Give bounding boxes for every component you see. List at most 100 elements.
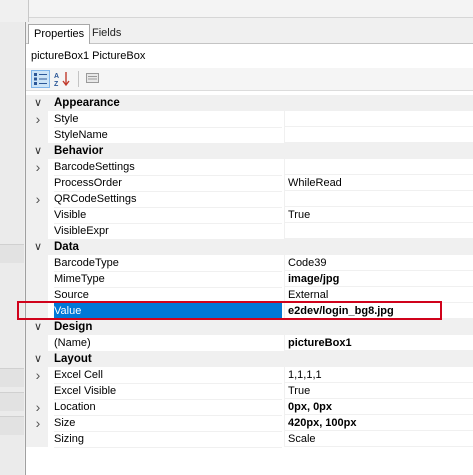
property-value[interactable] <box>284 159 473 175</box>
chevron-down-icon[interactable]: ∨ <box>33 143 43 159</box>
top-left-panel <box>0 0 29 22</box>
chevron-right-icon[interactable]: › <box>33 159 43 175</box>
chevron-down-icon[interactable]: ∨ <box>33 239 43 255</box>
row-gutter <box>26 255 48 271</box>
property-name: Visible <box>54 207 282 224</box>
property-value[interactable] <box>284 111 473 127</box>
chevron-right-icon[interactable]: › <box>33 399 43 415</box>
property-value[interactable]: Code39 <box>284 255 473 271</box>
category-spacer <box>284 239 473 255</box>
chevron-down-icon[interactable]: ∨ <box>33 95 43 111</box>
row-gutter <box>26 175 48 191</box>
selected-object-label[interactable]: pictureBox1 PictureBox <box>31 50 145 62</box>
property-name: (Name) <box>54 335 282 352</box>
alphabetical-sort-button[interactable]: A Z <box>53 70 72 88</box>
tab-fields[interactable]: Fields <box>87 24 126 43</box>
categorized-view-button[interactable] <box>31 70 50 88</box>
category-label: Appearance <box>54 97 120 109</box>
property-name: VisibleExpr <box>54 223 282 240</box>
property-name: Source <box>54 287 282 304</box>
property-value[interactable]: pictureBox1 <box>284 335 473 351</box>
property-value[interactable] <box>284 223 473 239</box>
property-grid-toolbar: A Z <box>26 68 473 91</box>
category-spacer <box>284 95 473 111</box>
property-row[interactable]: Value e2dev/login_bg8.jpg <box>26 303 473 320</box>
property-row[interactable]: Sizing Scale <box>26 431 473 448</box>
property-value[interactable]: Scale <box>284 431 473 447</box>
property-row[interactable]: Visible True <box>26 207 473 224</box>
property-value[interactable]: 1,1,1,1 <box>284 367 473 383</box>
property-row[interactable]: ProcessOrder WhileRead <box>26 175 473 192</box>
category-row[interactable]: ∨ Data <box>26 239 473 255</box>
property-row[interactable]: › QRCodeSettings <box>26 191 473 208</box>
property-row[interactable]: › Style <box>26 111 473 128</box>
property-row[interactable]: › Size 420px, 100px <box>26 415 473 432</box>
property-value[interactable]: e2dev/login_bg8.jpg <box>284 303 473 319</box>
property-row[interactable]: › Location 0px, 0px <box>26 399 473 416</box>
property-row[interactable]: VisibleExpr <box>26 223 473 240</box>
category-spacer <box>284 143 473 159</box>
property-row[interactable]: Excel Visible True <box>26 383 473 400</box>
property-value[interactable]: External <box>284 287 473 303</box>
property-name: StyleName <box>54 127 282 144</box>
property-value[interactable]: WhileRead <box>284 175 473 191</box>
chevron-right-icon[interactable]: › <box>33 191 43 207</box>
row-gutter <box>26 223 48 239</box>
property-row[interactable]: › BarcodeSettings <box>26 159 473 176</box>
property-row[interactable]: StyleName <box>26 127 473 144</box>
property-name: MimeType <box>54 271 282 288</box>
category-row[interactable]: ∨ Behavior <box>26 143 473 159</box>
category-row[interactable]: ∨ Appearance <box>26 95 473 111</box>
chevron-down-icon[interactable]: ∨ <box>33 351 43 367</box>
svg-text:Z: Z <box>54 81 59 88</box>
left-panel-band <box>0 368 24 387</box>
property-value[interactable] <box>284 191 473 207</box>
property-name: Style <box>54 111 282 128</box>
category-spacer <box>284 319 473 335</box>
categorized-view-icon <box>34 73 47 85</box>
category-label: Behavior <box>54 145 104 157</box>
property-row[interactable]: › Excel Cell 1,1,1,1 <box>26 367 473 384</box>
property-row[interactable]: (Name) pictureBox1 <box>26 335 473 352</box>
property-value[interactable]: 420px, 100px <box>284 415 473 431</box>
row-gutter <box>26 303 48 319</box>
chevron-down-icon[interactable]: ∨ <box>33 319 43 335</box>
row-gutter <box>26 383 48 399</box>
toolbar-separator <box>78 71 79 87</box>
property-row[interactable]: MimeType image/jpg <box>26 271 473 288</box>
top-inner-panel <box>29 0 473 18</box>
property-name: Size <box>54 415 282 432</box>
property-pages-button[interactable] <box>84 70 103 88</box>
property-name: Location <box>54 399 282 416</box>
property-name: Excel Visible <box>54 383 282 400</box>
category-label: Data <box>54 241 79 253</box>
category-label: Design <box>54 321 93 333</box>
property-name: Value <box>54 303 282 320</box>
property-value[interactable]: True <box>284 207 473 223</box>
property-value[interactable]: image/jpg <box>284 271 473 287</box>
row-gutter <box>26 271 48 287</box>
chevron-right-icon[interactable]: › <box>33 367 43 383</box>
left-side-panel <box>0 22 24 475</box>
category-label: Layout <box>54 353 92 365</box>
row-gutter <box>26 335 48 351</box>
chevron-right-icon[interactable]: › <box>33 415 43 431</box>
property-value[interactable]: True <box>284 383 473 399</box>
property-row[interactable]: BarcodeType Code39 <box>26 255 473 272</box>
alphabetical-sort-icon: A Z <box>54 72 70 88</box>
property-value[interactable] <box>284 127 473 143</box>
chevron-right-icon[interactable]: › <box>33 111 43 127</box>
tab-properties[interactable]: Properties <box>28 24 91 44</box>
top-toolbar-area <box>0 0 473 22</box>
svg-text:A: A <box>54 73 59 80</box>
row-gutter <box>26 207 48 223</box>
category-row[interactable]: ∨ Design <box>26 319 473 335</box>
property-name: Sizing <box>54 431 282 448</box>
category-row[interactable]: ∨ Layout <box>26 351 473 367</box>
property-value[interactable]: 0px, 0px <box>284 399 473 415</box>
property-pages-icon <box>86 73 99 83</box>
properties-panel: Properties Fields pictureBox1 PictureBox… <box>25 22 473 475</box>
property-row[interactable]: Source External <box>26 287 473 304</box>
property-name: QRCodeSettings <box>54 191 282 208</box>
category-spacer <box>284 351 473 367</box>
